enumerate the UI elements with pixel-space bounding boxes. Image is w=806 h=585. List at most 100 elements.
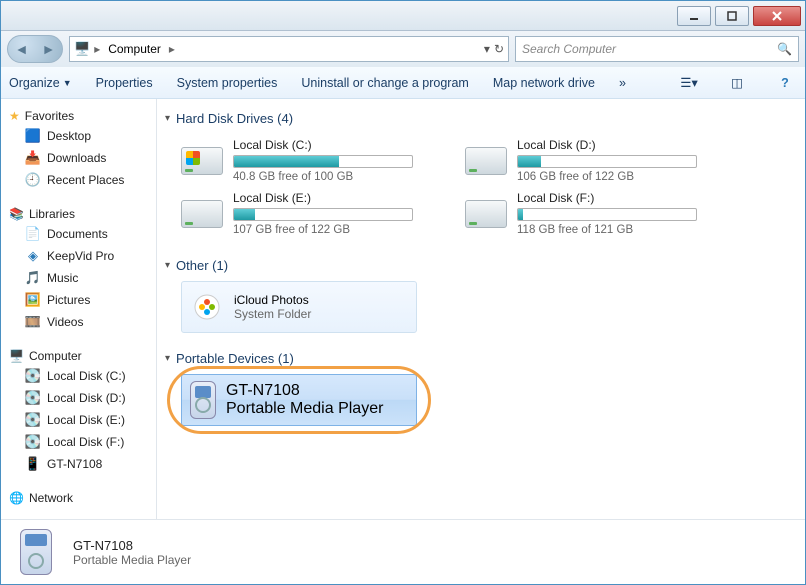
downloads-icon: 📥	[25, 150, 41, 166]
drive-free-text: 106 GB free of 122 GB	[517, 171, 725, 183]
sidebar-item-drive-e[interactable]: 💽Local Disk (E:)	[5, 409, 152, 431]
sidebar-item-gtn7108[interactable]: 📱GT-N7108	[5, 453, 152, 475]
details-pane: GT-N7108 Portable Media Player	[1, 519, 805, 584]
drive-name: Local Disk (F:)	[517, 191, 725, 205]
icloud-photos-icon	[190, 290, 224, 324]
documents-icon: 📄	[25, 226, 41, 242]
computer-icon: 🖥️	[74, 41, 90, 57]
network-label: Network	[29, 491, 73, 505]
sidebar-item-desktop[interactable]: 🟦Desktop	[5, 125, 152, 147]
drive-name: Local Disk (C:)	[233, 138, 441, 152]
portable-device-item[interactable]: GT-N7108 Portable Media Player	[181, 374, 417, 426]
sidebar-item-music[interactable]: 🎵Music	[5, 267, 152, 289]
drive-icon	[181, 140, 223, 182]
organize-menu[interactable]: Organize ▼	[9, 76, 72, 90]
sidebar-item-drive-d[interactable]: 💽Local Disk (D:)	[5, 387, 152, 409]
sidebar-network-header[interactable]: 🌐 Network	[5, 489, 152, 507]
drive-item[interactable]: Local Disk (D:) 106 GB free of 122 GB	[465, 138, 725, 183]
recent-icon: 🕘	[25, 172, 41, 188]
icloud-photos-item[interactable]: iCloud Photos System Folder	[181, 281, 417, 333]
drive-icon	[465, 140, 507, 182]
libraries-icon: 📚	[9, 207, 24, 221]
uninstall-button[interactable]: Uninstall or change a program	[301, 76, 468, 90]
address-box[interactable]: 🖥️ ▸ Computer ▸ ▾ ↻	[69, 36, 509, 62]
drive-icon: 💽	[25, 412, 41, 428]
drive-item[interactable]: Local Disk (C:) 40.8 GB free of 100 GB	[181, 138, 441, 183]
sidebar-favorites-header[interactable]: ★ Favorites	[5, 107, 152, 125]
drive-icon: 💽	[25, 390, 41, 406]
drive-name: Local Disk (E:)	[233, 191, 441, 205]
pictures-icon: 🖼️	[25, 292, 41, 308]
nav-buttons[interactable]: ◄ ►	[7, 35, 63, 63]
drive-free-text: 118 GB free of 121 GB	[517, 224, 725, 236]
device-icon: 📱	[25, 456, 41, 472]
chevron-down-icon: ▼	[63, 78, 72, 88]
network-icon: 🌐	[9, 491, 24, 505]
view-options-icon[interactable]: ☰▾	[677, 72, 701, 94]
refresh-icon[interactable]: ↻	[494, 42, 504, 56]
close-button[interactable]	[753, 6, 801, 26]
portable-device-name: GT-N7108	[226, 382, 383, 400]
capacity-bar	[517, 208, 697, 221]
videos-icon: 🎞️	[25, 314, 41, 330]
sidebar-computer-header[interactable]: 🖥️ Computer	[5, 347, 152, 365]
icloud-photos-name: iCloud Photos	[234, 293, 311, 307]
breadcrumb-computer[interactable]: Computer	[104, 40, 165, 58]
system-properties-button[interactable]: System properties	[177, 76, 278, 90]
help-icon[interactable]: ?	[773, 72, 797, 94]
computer-icon: 🖥️	[9, 349, 24, 363]
sidebar-item-pictures[interactable]: 🖼️Pictures	[5, 289, 152, 311]
sidebar-item-videos[interactable]: 🎞️Videos	[5, 311, 152, 333]
drive-free-text: 40.8 GB free of 100 GB	[233, 171, 441, 183]
details-title: GT-N7108	[73, 538, 191, 553]
details-sub: Portable Media Player	[73, 553, 191, 567]
minimize-button[interactable]	[677, 6, 711, 26]
maximize-button[interactable]	[715, 6, 749, 26]
search-input[interactable]: Search Computer 🔍	[515, 36, 799, 62]
section-portable-header[interactable]: Portable Devices (1)	[165, 345, 795, 374]
music-icon: 🎵	[25, 270, 41, 286]
drive-item[interactable]: Local Disk (E:) 107 GB free of 122 GB	[181, 191, 441, 236]
favorites-label: Favorites	[25, 109, 74, 123]
preview-pane-icon[interactable]: ◫	[725, 72, 749, 94]
address-row: ◄ ► 🖥️ ▸ Computer ▸ ▾ ↻ Search Computer …	[1, 31, 805, 67]
drive-icon	[465, 193, 507, 235]
navigation-pane: ★ Favorites 🟦Desktop 📥Downloads 🕘Recent …	[1, 99, 157, 519]
desktop-icon: 🟦	[25, 128, 41, 144]
media-player-icon	[13, 529, 59, 575]
sidebar-item-documents[interactable]: 📄Documents	[5, 223, 152, 245]
star-icon: ★	[9, 109, 20, 123]
capacity-bar	[233, 208, 413, 221]
keepvid-icon: ◈	[25, 248, 41, 264]
icloud-photos-sub: System Folder	[234, 307, 311, 321]
computer-label: Computer	[29, 349, 82, 363]
sidebar-item-drive-f[interactable]: 💽Local Disk (F:)	[5, 431, 152, 453]
back-icon: ◄	[15, 41, 29, 57]
search-icon: 🔍	[777, 42, 792, 56]
drive-free-text: 107 GB free of 122 GB	[233, 224, 441, 236]
organize-label: Organize	[9, 76, 60, 90]
command-bar: Organize ▼ Properties System properties …	[1, 67, 805, 99]
content-pane: Hard Disk Drives (4) Local Disk (C:) 40.…	[157, 99, 805, 519]
history-dropdown-icon[interactable]: ▾	[484, 42, 490, 56]
sidebar-item-recent[interactable]: 🕘Recent Places	[5, 169, 152, 191]
sidebar-libraries-header[interactable]: 📚 Libraries	[5, 205, 152, 223]
drive-icon: 💽	[25, 368, 41, 384]
section-other-header[interactable]: Other (1)	[165, 252, 795, 281]
map-drive-button[interactable]: Map network drive	[493, 76, 595, 90]
libraries-label: Libraries	[29, 207, 75, 221]
sidebar-item-keepvid[interactable]: ◈KeepVid Pro	[5, 245, 152, 267]
section-hdd-header[interactable]: Hard Disk Drives (4)	[165, 105, 795, 134]
properties-button[interactable]: Properties	[96, 76, 153, 90]
body: ★ Favorites 🟦Desktop 📥Downloads 🕘Recent …	[1, 99, 805, 519]
drive-name: Local Disk (D:)	[517, 138, 725, 152]
drive-item[interactable]: Local Disk (F:) 118 GB free of 121 GB	[465, 191, 725, 236]
titlebar	[1, 1, 805, 31]
sidebar-item-downloads[interactable]: 📥Downloads	[5, 147, 152, 169]
drive-icon	[181, 193, 223, 235]
overflow-icon[interactable]: »	[619, 76, 626, 90]
sidebar-item-drive-c[interactable]: 💽Local Disk (C:)	[5, 365, 152, 387]
capacity-bar	[517, 155, 697, 168]
capacity-bar	[233, 155, 413, 168]
drive-icon: 💽	[25, 434, 41, 450]
